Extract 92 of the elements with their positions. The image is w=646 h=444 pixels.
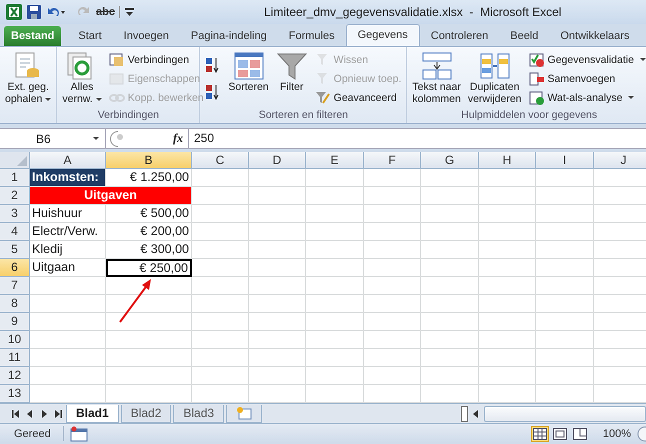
table-cell: € 250,00: [106, 259, 192, 277]
text-to-columns-icon: [420, 51, 453, 81]
ribbon-button[interactable]: Tekst naar kolommen: [410, 50, 463, 108]
ribbon-tab[interactable]: Controleren: [420, 26, 500, 46]
table-cell: Electr/Verw.: [30, 223, 106, 241]
column-header[interactable]: C: [192, 152, 249, 169]
annotation-arrow: [119, 279, 151, 323]
column-header[interactable]: I: [536, 152, 594, 169]
funnel-icon: [276, 51, 308, 81]
column-header[interactable]: B: [106, 152, 192, 169]
ribbon-button[interactable]: Alles vernw.: [60, 50, 104, 108]
spelling-button[interactable]: abc: [96, 6, 120, 18]
window-title: Limiteer_dmv_gegevensvalidatie.xlsx - Microsoft Excel: [264, 5, 562, 19]
sort-descending-icon: [205, 84, 222, 100]
column-header[interactable]: E: [306, 152, 364, 169]
formula-field[interactable]: 250: [188, 129, 646, 148]
ribbon-tab[interactable]: Beeld: [499, 26, 550, 46]
row-header[interactable]: 4: [0, 223, 30, 241]
row-header[interactable]: 2: [0, 187, 30, 205]
table-cell: Inkomsten:: [30, 169, 106, 187]
column-header[interactable]: G: [421, 152, 479, 169]
ribbon-button[interactable]: Gegevensvalidatie: [526, 51, 646, 68]
ribbon-tab[interactable]: Pagina-indeling: [180, 26, 278, 46]
file-tab[interactable]: Bestand: [4, 26, 62, 46]
column-header[interactable]: A: [30, 152, 106, 169]
save-icon[interactable]: [27, 5, 41, 19]
row-header[interactable]: 12: [0, 367, 30, 385]
sheet-tab[interactable]: Blad3: [173, 404, 224, 422]
table-cell: Uitgaven: [30, 187, 192, 205]
table-cell: Huishuur: [30, 205, 106, 223]
row-header[interactable]: 9: [0, 313, 30, 331]
page-layout-button[interactable]: [550, 426, 569, 442]
remove-duplicates-icon: [478, 51, 511, 81]
ribbon-button[interactable]: Sorteren: [226, 50, 271, 108]
row-header[interactable]: 10: [0, 331, 30, 349]
normal-view-button[interactable]: [530, 426, 549, 442]
ribbon-tab[interactable]: Ontwikkelaars: [549, 26, 640, 46]
row-header[interactable]: 11: [0, 349, 30, 367]
first-sheet-icon[interactable]: [10, 408, 22, 418]
row-header[interactable]: 13: [0, 385, 30, 403]
table-cell: € 300,00: [106, 241, 192, 259]
column-header[interactable]: F: [364, 152, 421, 169]
column-header[interactable]: D: [249, 152, 306, 169]
zoom-out-icon[interactable]: [637, 426, 646, 442]
row-header[interactable]: 7: [0, 277, 30, 295]
insert-function-button[interactable]: fx: [168, 131, 188, 146]
row-header[interactable]: 6: [0, 259, 30, 277]
ribbon-tab[interactable]: Start: [67, 26, 113, 46]
row-header[interactable]: 8: [0, 295, 30, 313]
excel-logo-icon[interactable]: [6, 4, 22, 20]
column-header[interactable]: J: [594, 152, 646, 169]
sort-ascending-icon: [205, 56, 222, 72]
table-cell: Kledij: [30, 241, 106, 259]
sheet-tab[interactable]: Blad2: [120, 404, 172, 422]
table-cell: Uitgaan: [30, 259, 106, 277]
group-label: Verbindingen: [96, 109, 160, 123]
table-cell: € 200,00: [106, 223, 192, 241]
last-sheet-icon[interactable]: [52, 408, 64, 418]
ribbon-button[interactable]: Duplicaten verwijderen: [466, 50, 524, 108]
row-header[interactable]: 5: [0, 241, 30, 259]
page-break-button[interactable]: [570, 426, 589, 442]
validation-icon: [528, 52, 545, 68]
row-header[interactable]: 1: [0, 169, 30, 187]
row-header[interactable]: 3: [0, 205, 30, 223]
sort-dialog-icon: [232, 51, 265, 81]
insert-sheet-tab[interactable]: [226, 404, 262, 422]
caret-icon: [93, 137, 99, 140]
ribbon-tab[interactable]: Invoegen: [112, 26, 180, 46]
new-sheet-icon: [236, 406, 252, 420]
split-handle[interactable]: [461, 406, 468, 422]
ribbon-tab[interactable]: Formules: [278, 26, 346, 46]
status-text: Gereed: [13, 428, 52, 440]
ribbon-button[interactable]: Wat-als-analyse: [526, 89, 646, 106]
ribbon-button[interactable]: Samenvoegen: [526, 70, 646, 87]
ribbon-tab[interactable]: Gegevens: [346, 24, 420, 46]
undo-icon[interactable]: [46, 5, 66, 19]
table-cell: € 500,00: [106, 205, 192, 223]
advanced-filter-icon: [314, 90, 331, 106]
group-label: Sorteren en filteren: [258, 109, 350, 123]
customize-menu-icon[interactable]: [124, 6, 134, 18]
ribbon-button[interactable]: Geavanceerd: [312, 89, 404, 106]
ribbon-button[interactable]: Filter: [274, 50, 310, 108]
sheet-tab[interactable]: Blad1: [66, 404, 119, 422]
horizontal-scrollbar[interactable]: [484, 406, 646, 422]
ribbon-button[interactable]: Verbindingen: [106, 51, 206, 68]
corner-triangle-icon: [17, 156, 27, 166]
ribbon-button[interactable]: Ext. geg. ophalen: [3, 50, 54, 108]
column-header[interactable]: H: [479, 152, 536, 169]
zoom-level[interactable]: 100%: [602, 428, 631, 440]
macro-record-icon[interactable]: [70, 426, 88, 442]
group-label: Hulpmiddelen voor gegevens: [460, 109, 598, 123]
name-box[interactable]: B6: [0, 129, 106, 148]
